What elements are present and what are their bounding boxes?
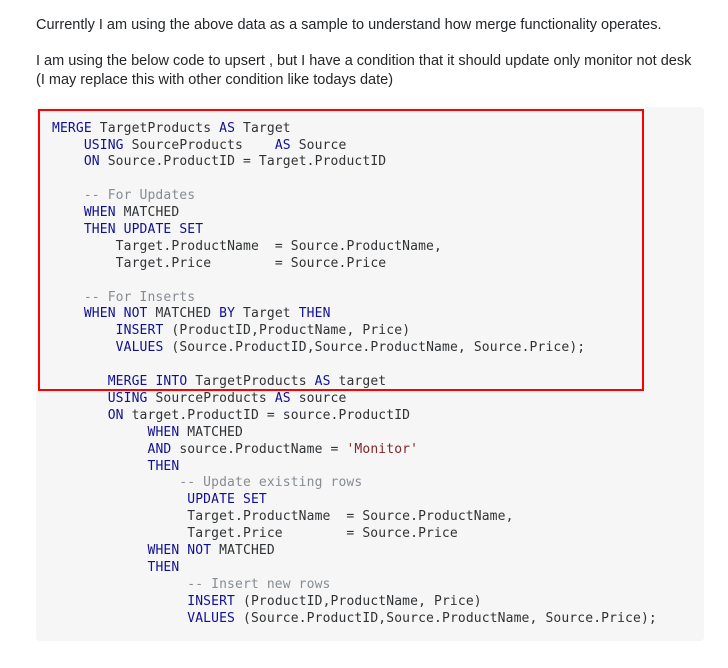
paragraph-1: Currently I am using the above data as a… <box>36 16 704 36</box>
sql-code-block: MERGE TargetProducts AS Target USING Sou… <box>36 107 704 642</box>
code-content: MERGE TargetProducts AS Target USING Sou… <box>52 121 690 628</box>
paragraph-2: I am using the below code to upsert , bu… <box>36 52 704 91</box>
